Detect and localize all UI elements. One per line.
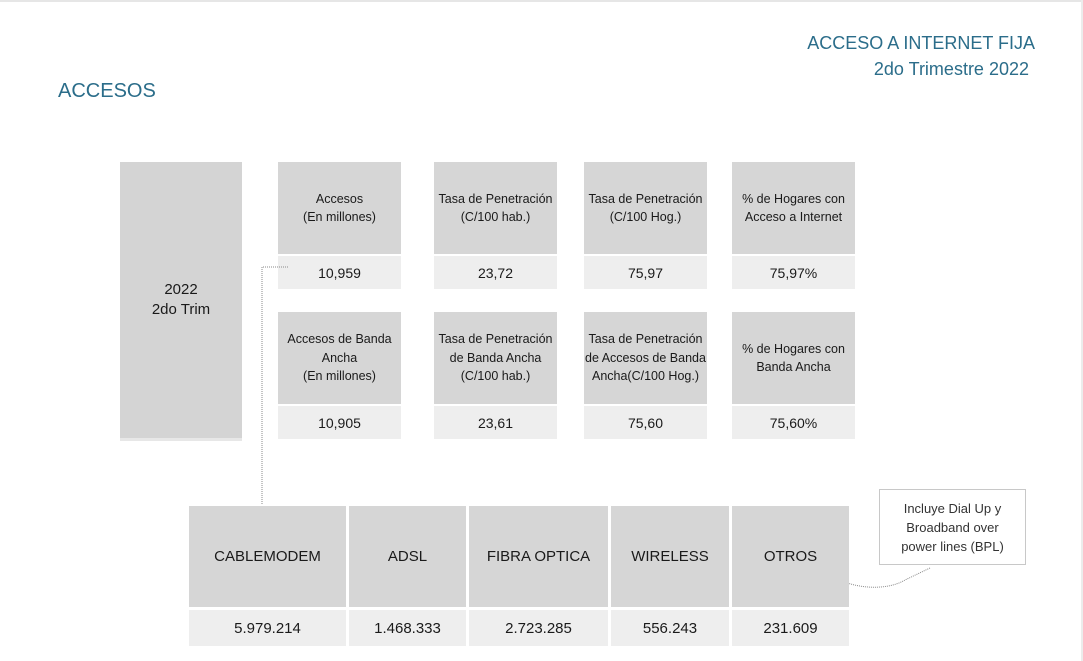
- tech-adsl-label: ADSL: [349, 506, 466, 607]
- tech-cablemodem-label: CABLEMODEM: [189, 506, 346, 607]
- tech-otros-value: 231.609: [732, 610, 849, 646]
- accesos-breakdown-connector: [261, 266, 288, 504]
- tech-wireless-value: 556.243: [611, 610, 729, 646]
- tech-wireless-label: WIRELESS: [611, 506, 729, 607]
- tech-otros-label: OTROS: [732, 506, 849, 607]
- tech-cablemodem-value: 5.979.214: [189, 610, 346, 646]
- tech-fibra-label: FIBRA OPTICA: [469, 506, 608, 607]
- tech-fibra-value: 2.723.285: [469, 610, 608, 646]
- tech-adsl-value: 1.468.333: [349, 610, 466, 646]
- otros-note: Incluye Dial Up y Broadband over power l…: [879, 489, 1026, 565]
